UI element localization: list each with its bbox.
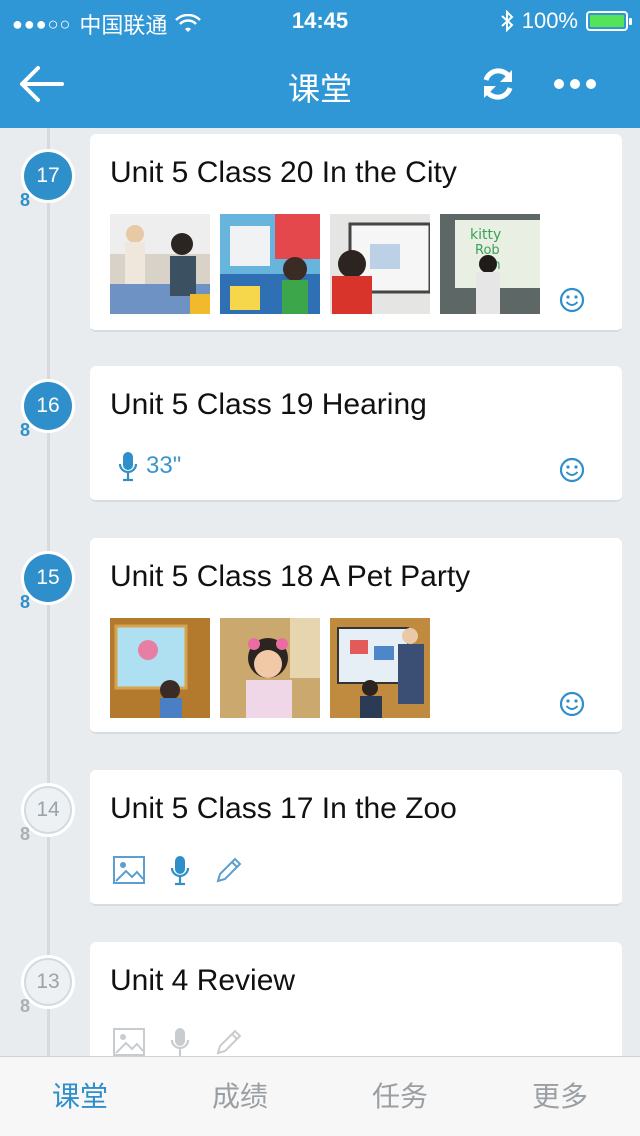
refresh-icon[interactable] (478, 64, 518, 104)
class-sub-number: 8 (20, 996, 31, 1016)
status-bar: ●●●○○ 中国联通 14:45 100% (0, 0, 640, 40)
class-sub-number: 8 (20, 420, 31, 440)
photo-thumbnails: kitty Rob om (110, 214, 540, 314)
class-title: Unit 5 Class 19 Hearing (110, 388, 427, 421)
class-card[interactable]: Unit 4 Review (90, 942, 622, 1056)
class-card[interactable]: Unit 5 Class 19 Hearing 33" (90, 366, 622, 502)
tab-tasks[interactable]: 任务 (320, 1057, 480, 1136)
add-content-tools (112, 854, 244, 886)
audio-clip[interactable]: 33" (118, 450, 181, 482)
photo-thumbnail[interactable] (330, 618, 430, 718)
smiley-icon[interactable] (558, 690, 586, 718)
navigation-bar: 课堂 (0, 40, 640, 128)
bottom-tab-bar: 课堂 成绩 任务 更多 (0, 1056, 640, 1136)
microphone-icon[interactable] (170, 1026, 190, 1056)
battery-icon (586, 11, 632, 31)
page-title: 课堂 (287, 71, 352, 107)
bluetooth-icon (501, 10, 514, 32)
photo-thumbnail[interactable] (110, 214, 210, 314)
class-sub-number: 8 (20, 190, 31, 210)
add-content-tools (112, 1026, 244, 1056)
more-icon[interactable] (552, 66, 598, 102)
microphone-icon[interactable] (170, 854, 190, 886)
smiley-icon[interactable] (558, 286, 586, 314)
microphone-icon (118, 452, 138, 482)
photo-thumbnails (110, 618, 430, 718)
tab-classroom[interactable]: 课堂 (0, 1057, 160, 1136)
photo-thumbnail[interactable] (220, 618, 320, 718)
tab-grades[interactable]: 成绩 (160, 1057, 320, 1136)
photo-thumbnail[interactable]: kitty Rob om (440, 214, 540, 314)
image-icon[interactable] (112, 855, 146, 885)
tab-more[interactable]: 更多 (480, 1057, 640, 1136)
class-number-badge: 15 (24, 554, 72, 602)
image-icon[interactable] (112, 1027, 146, 1056)
class-number-badge: 16 (24, 382, 72, 430)
class-sub-number: 8 (20, 592, 31, 612)
class-card[interactable]: Unit 5 Class 20 In the City kitty Rob (90, 134, 622, 332)
class-title: Unit 5 Class 18 A Pet Party (110, 560, 471, 593)
photo-thumbnail[interactable] (220, 214, 320, 314)
svg-text:kitty: kitty (470, 227, 501, 243)
class-title: Unit 5 Class 20 In the City (110, 156, 457, 189)
smiley-icon[interactable] (558, 456, 586, 484)
status-right: 100% (500, 8, 632, 34)
class-sub-number: 8 (20, 824, 31, 844)
photo-thumbnail[interactable] (330, 214, 430, 314)
class-number-badge: 17 (24, 152, 72, 200)
class-timeline[interactable]: 17 8 Unit 5 Class 20 In the City kitty R… (0, 128, 640, 1056)
pencil-icon[interactable] (214, 855, 244, 885)
photo-thumbnail[interactable] (110, 618, 210, 718)
pencil-icon[interactable] (214, 1027, 244, 1056)
battery-percent: 100% (521, 8, 578, 33)
class-card[interactable]: Unit 5 Class 18 A Pet Party (90, 538, 622, 734)
class-number-badge: 14 (24, 786, 72, 834)
class-card[interactable]: Unit 5 Class 17 In the Zoo (90, 770, 622, 906)
class-title: Unit 5 Class 17 In the Zoo (110, 792, 457, 825)
class-title: Unit 4 Review (110, 964, 296, 997)
class-number-badge: 13 (24, 958, 72, 1006)
audio-duration: 33" (146, 452, 182, 479)
